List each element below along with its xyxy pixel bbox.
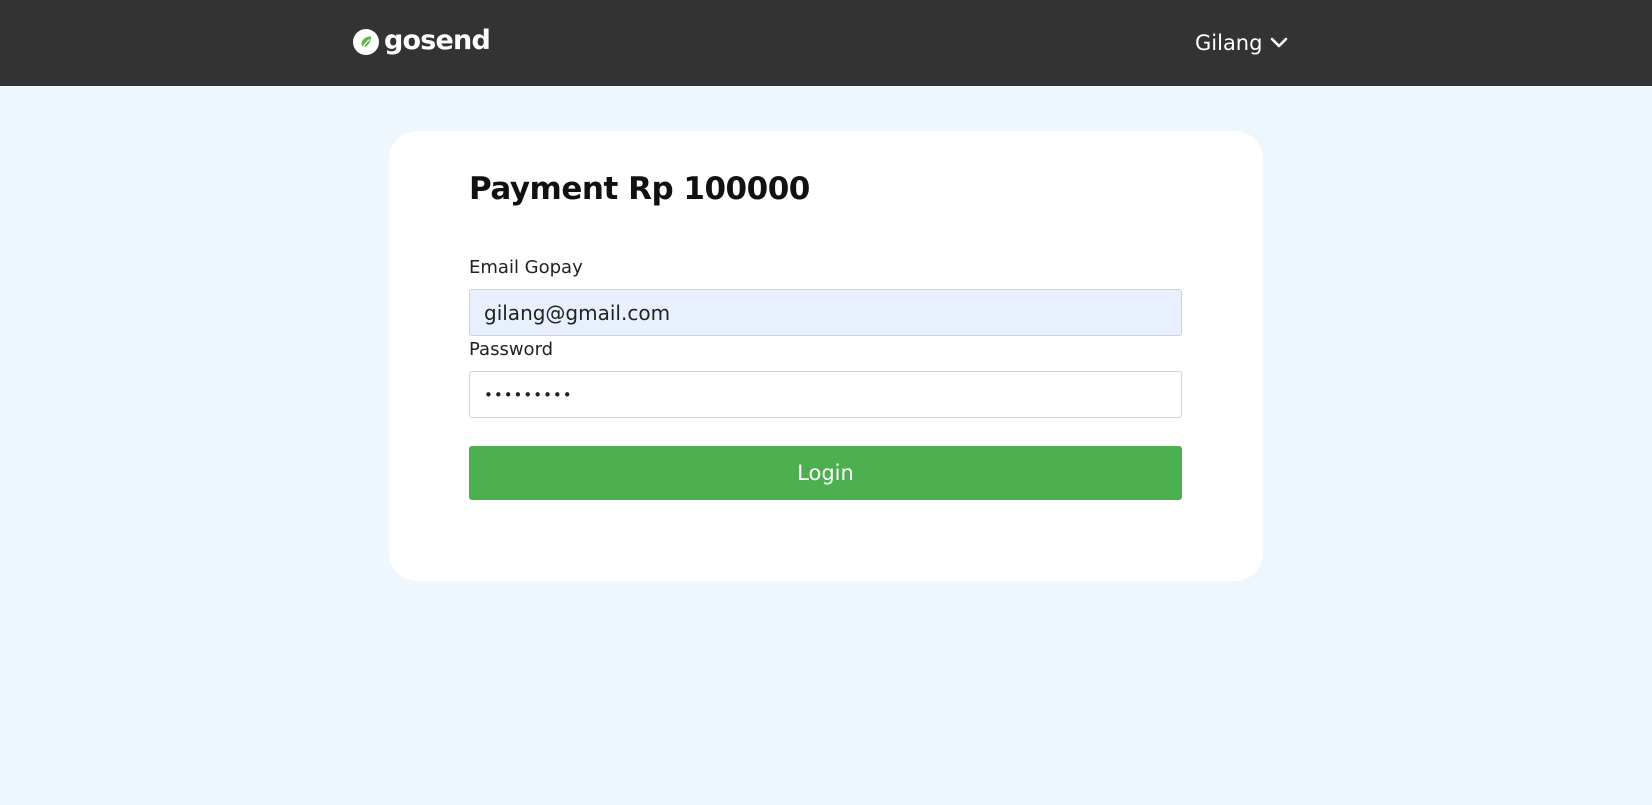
login-button[interactable]: Login: [469, 446, 1182, 500]
brand-name: gosend: [384, 24, 491, 56]
brand-logo-link[interactable]: gosend: [353, 24, 491, 60]
password-input[interactable]: [469, 371, 1182, 418]
email-gopay-input[interactable]: [469, 289, 1182, 336]
payment-login-card: Payment Rp 100000 Email Gopay Password L…: [389, 131, 1263, 581]
email-gopay-label: Email Gopay: [469, 257, 583, 278]
password-label: Password: [469, 339, 554, 360]
chevron-down-icon: [1271, 37, 1288, 48]
top-navbar: gosend Gilang: [0, 0, 1652, 86]
user-menu-dropdown[interactable]: Gilang: [1195, 26, 1288, 60]
gosend-leaf-logo-icon: [353, 29, 379, 55]
payment-title: Payment Rp 100000: [469, 171, 810, 207]
user-name: Gilang: [1195, 30, 1263, 55]
